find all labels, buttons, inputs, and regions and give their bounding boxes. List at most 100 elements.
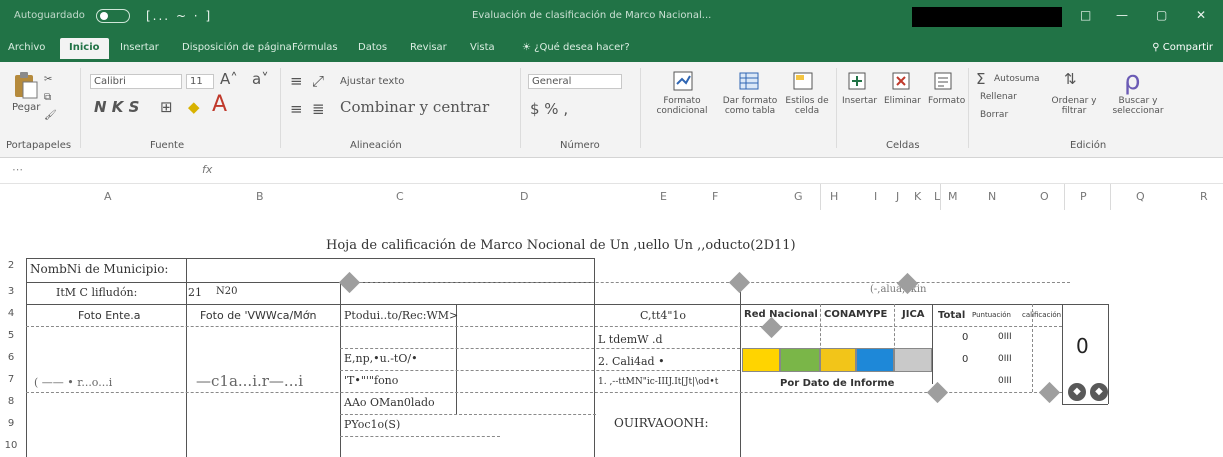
formula-input[interactable]: [224, 162, 1214, 178]
cell-styles-icon[interactable]: [792, 70, 814, 92]
column-header-g[interactable]: G: [794, 190, 803, 203]
format-painter-icon[interactable]: 🖌: [44, 110, 57, 121]
font-size-select[interactable]: 11: [186, 74, 214, 89]
font-color-button[interactable]: A: [212, 92, 227, 117]
row-header-5[interactable]: 5: [0, 330, 22, 341]
column-header-p[interactable]: P: [1080, 190, 1087, 203]
tab-page-layout[interactable]: Disposición de página: [182, 42, 292, 53]
document-title: Evaluación de clasificación de Marco Nac…: [472, 10, 712, 21]
number-format-select[interactable]: General: [528, 74, 622, 89]
row-header-2[interactable]: 2: [0, 260, 22, 271]
wrap-text-button[interactable]: Ajustar texto: [340, 76, 404, 87]
column-header-k[interactable]: K: [914, 190, 921, 203]
insert-function-button[interactable]: fx: [202, 163, 212, 176]
ano-label: AAo OMan0lado: [344, 396, 435, 409]
decrease-font-icon[interactable]: a˅: [252, 70, 269, 88]
tab-review[interactable]: Revisar: [410, 42, 447, 53]
align-top-icon[interactable]: ≡: [290, 72, 303, 90]
row-header-8[interactable]: 8: [0, 396, 22, 407]
clear-label[interactable]: Borrar: [980, 110, 1008, 120]
column-header-a[interactable]: A: [104, 190, 112, 203]
row-header-3[interactable]: 3: [0, 286, 22, 297]
swatch-blue[interactable]: [856, 348, 894, 372]
format-cells-label[interactable]: Formato: [928, 96, 965, 106]
font-name-select[interactable]: Calibri: [90, 74, 182, 89]
column-header-b[interactable]: B: [256, 190, 264, 203]
find-select-icon[interactable]: ρ: [1124, 66, 1141, 96]
paste-label[interactable]: Pegar: [12, 102, 40, 113]
column-header-c[interactable]: C: [396, 190, 404, 203]
swatch-green[interactable]: [780, 348, 820, 372]
row-header-4[interactable]: 4: [0, 308, 22, 319]
row-header-6[interactable]: 6: [0, 352, 22, 363]
autosum-label[interactable]: Autosuma: [994, 74, 1040, 84]
row-header-9[interactable]: 9: [0, 418, 22, 429]
cell-styles-label[interactable]: Estilos de celda: [782, 96, 832, 116]
format-table-icon[interactable]: [738, 70, 760, 92]
fill-label[interactable]: Rellenar: [980, 92, 1017, 102]
minimize-button[interactable]: —: [1116, 8, 1128, 22]
grid-line: [740, 282, 741, 457]
bold-italic-underline-buttons[interactable]: N K S: [94, 98, 139, 116]
quick-access-toolbar[interactable]: [... ~ · ]: [146, 9, 212, 23]
name-box[interactable]: [6, 164, 166, 178]
column-header-m[interactable]: M: [948, 190, 958, 203]
tab-home[interactable]: Inicio: [60, 38, 109, 59]
paste-icon[interactable]: [12, 70, 40, 100]
column-header-d[interactable]: D: [520, 190, 528, 203]
autosum-icon[interactable]: Σ: [976, 70, 985, 88]
insert-cells-label[interactable]: Insertar: [842, 96, 877, 106]
column-header-e[interactable]: E: [660, 190, 667, 203]
tab-formulas[interactable]: Fórmulas: [292, 42, 338, 53]
sort-filter-label[interactable]: Ordenar y filtrar: [1048, 96, 1100, 116]
total-value-row5: 0: [962, 332, 969, 343]
format-table-label[interactable]: Dar formato como tabla: [718, 96, 782, 116]
swatch-yellow[interactable]: [742, 348, 780, 372]
column-header-o[interactable]: O: [1040, 190, 1049, 203]
delete-cells-label[interactable]: Eliminar: [884, 96, 921, 106]
merge-center-button[interactable]: Combinar y centrar: [340, 98, 489, 116]
borders-icon[interactable]: ⊞: [160, 98, 173, 116]
conditional-format-icon[interactable]: [672, 70, 694, 92]
tab-insert[interactable]: Insertar: [120, 42, 159, 53]
align-center-icon[interactable]: ≣: [312, 100, 325, 118]
format-cells-icon[interactable]: [932, 70, 954, 92]
row-header-7[interactable]: 7: [0, 374, 22, 385]
tab-file[interactable]: Archivo: [8, 42, 45, 53]
swatch-gray[interactable]: [894, 348, 932, 372]
copy-icon[interactable]: ⧉: [44, 92, 51, 103]
tab-data[interactable]: Datos: [358, 42, 387, 53]
column-header-r[interactable]: R: [1200, 190, 1208, 203]
maximize-button[interactable]: ▢: [1156, 8, 1167, 22]
find-select-label[interactable]: Buscar y seleccionar: [1110, 96, 1166, 116]
increase-font-icon[interactable]: A˄: [220, 70, 238, 88]
column-header-j[interactable]: J: [896, 190, 899, 203]
municipio-input[interactable]: [190, 260, 590, 280]
tell-me-label: ¿Qué desea hacer?: [534, 42, 630, 53]
municipio-label: NombNi de Municipio:: [30, 262, 169, 276]
autosave-toggle[interactable]: [96, 9, 130, 23]
swatch-gold[interactable]: [820, 348, 856, 372]
worksheet-grid[interactable]: 2 3 4 5 6 7 8 9 10 Hoja de calificación …: [0, 212, 1223, 457]
tell-me-search[interactable]: ☀ ¿Qué desea hacer?: [522, 42, 630, 53]
row-header-10[interactable]: 10: [0, 440, 22, 451]
ribbon-display-options-icon[interactable]: □: [1080, 8, 1091, 22]
column-header-i[interactable]: I: [874, 190, 877, 203]
sort-filter-icon[interactable]: ⇅: [1064, 70, 1077, 88]
column-header-n[interactable]: N: [988, 190, 996, 203]
tab-view[interactable]: Vista: [470, 42, 495, 53]
column-header-h[interactable]: H: [830, 190, 838, 203]
align-left-icon[interactable]: ≡: [290, 100, 303, 118]
close-button[interactable]: ✕: [1196, 8, 1206, 22]
cut-icon[interactable]: ✂: [44, 74, 52, 85]
insert-cells-icon[interactable]: [846, 70, 868, 92]
currency-icon[interactable]: $ % ,: [530, 100, 568, 118]
delete-cells-icon[interactable]: [890, 70, 912, 92]
fill-color-icon[interactable]: ◆: [188, 98, 200, 116]
column-header-q[interactable]: Q: [1136, 190, 1145, 203]
column-header-f[interactable]: F: [712, 190, 718, 203]
orientation-icon[interactable]: ⤢: [312, 72, 324, 90]
share-button[interactable]: ⚲ Compartir: [1152, 42, 1213, 53]
conditional-format-label[interactable]: Formato condicional: [650, 96, 714, 116]
name-box-dropdown-icon[interactable]: ⋯: [12, 163, 25, 176]
